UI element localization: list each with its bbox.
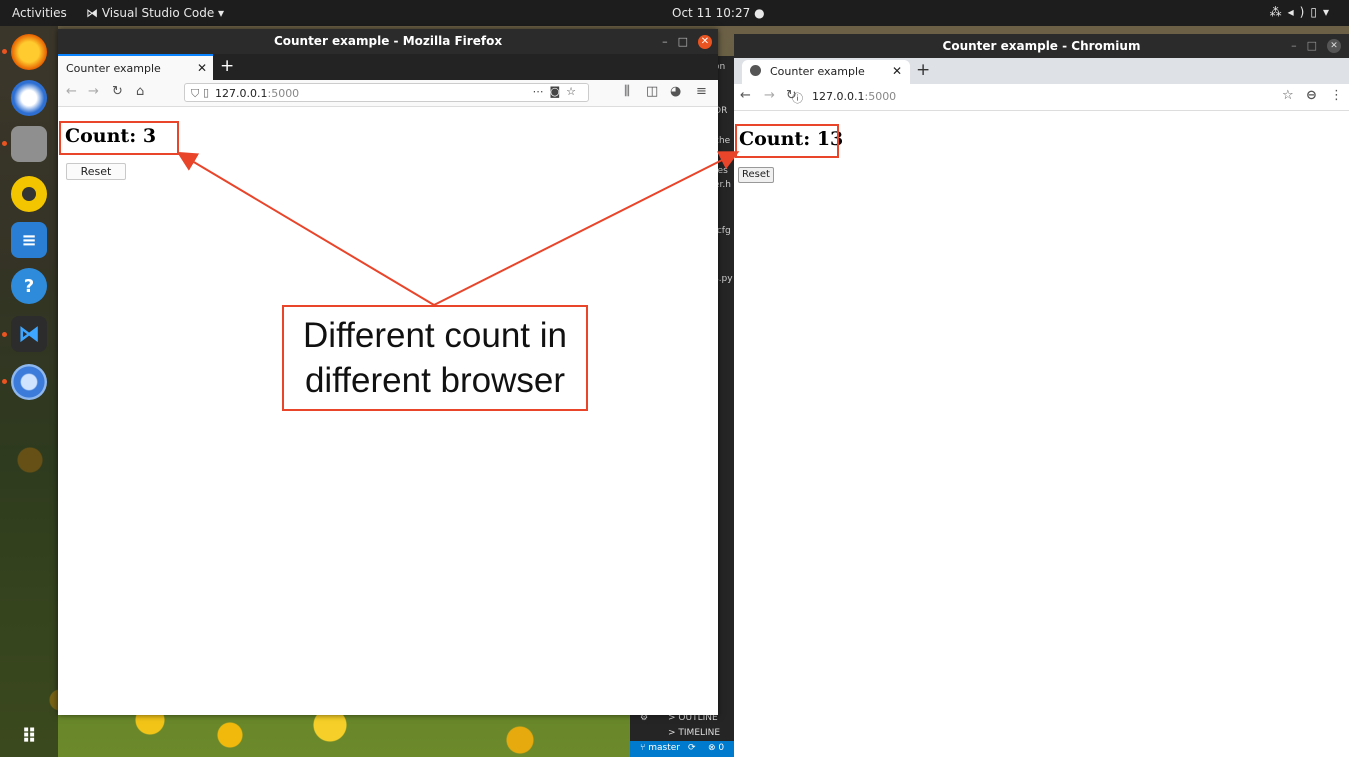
timeline-label: TIMELINE (678, 728, 721, 738)
tab-label: Counter example (66, 62, 161, 75)
clock[interactable]: Oct 11 10:27 ● (672, 6, 765, 20)
running-indicator (2, 49, 7, 54)
close-icon[interactable]: ✕ (1327, 39, 1341, 53)
chromium-tab-counter[interactable]: Counter example ✕ (742, 60, 910, 84)
page-icon: ▯ (203, 86, 210, 99)
library-icon[interactable]: ⫼ (624, 84, 630, 99)
help-icon[interactable]: ? (11, 268, 47, 304)
new-tab-button[interactable]: + (220, 56, 234, 76)
close-icon[interactable]: ✕ (698, 35, 712, 49)
url-host: 127.0.0.1 (812, 90, 865, 103)
tab-label: Counter example (770, 65, 865, 78)
url-bar[interactable]: ⛉ ▯ 127.0.0.1:5000 ⋯◙☆ (184, 83, 589, 102)
maximize-icon[interactable]: □ (1307, 39, 1327, 52)
firefox-tab-counter[interactable]: Counter example ✕ (58, 54, 213, 80)
highlight-box (735, 124, 839, 158)
chromium-tab-strip: Counter example ✕ + (734, 58, 1349, 84)
url-host: 127.0.0.1 (215, 87, 268, 100)
files-icon[interactable] (11, 126, 47, 162)
account-icon[interactable]: ◕ (670, 84, 681, 99)
back-icon[interactable]: ← (740, 88, 751, 103)
app-menu-label: Visual Studio Code (101, 6, 215, 20)
running-indicator (2, 332, 7, 337)
chromium-titlebar[interactable]: Counter example - Chromium –□ ✕ (734, 34, 1349, 58)
branch-indicator[interactable]: ⑂ master (640, 743, 680, 753)
problems-indicator[interactable]: ⊗ 0 (708, 743, 724, 753)
volume-icon: ◂) (1287, 5, 1311, 19)
branch-label: master (648, 743, 681, 753)
timeline-section[interactable]: > TIMELINE (668, 728, 720, 738)
running-indicator (2, 379, 7, 384)
tracking-shield-icon[interactable]: ⛉ (191, 87, 199, 101)
app-menu[interactable]: ⧒ Visual Studio Code ▾ (86, 6, 224, 20)
notification-dot-icon: ● (754, 6, 765, 20)
top-bar: Activities ⧒ Visual Studio Code ▾ Oct 11… (0, 0, 1349, 26)
annotation-line-2: different browser (304, 361, 566, 400)
reload-icon[interactable]: ↻ (112, 84, 123, 99)
minimize-icon[interactable]: – (1291, 39, 1307, 52)
annotation-callout: Different count in different browser (282, 305, 588, 411)
vscode-small-icon: ⧒ (86, 6, 102, 20)
maximize-icon[interactable]: □ (678, 35, 698, 48)
reset-button[interactable]: Reset (66, 163, 126, 180)
annotation-line-1: Different count in (303, 316, 567, 355)
running-indicator (2, 141, 7, 146)
writer-icon[interactable]: ≡ (11, 222, 47, 258)
show-apps-icon[interactable]: ⠿ (11, 718, 47, 754)
rhythmbox-icon[interactable] (11, 176, 47, 212)
firefox-titlebar[interactable]: Counter example - Mozilla Firefox –□ ✕ (58, 29, 718, 54)
bookmark-star-icon[interactable]: ☆ (1282, 88, 1294, 103)
network-icon: ⁂ (1269, 5, 1288, 19)
system-tray[interactable]: ⁂◂)▯▾ (1270, 5, 1335, 19)
chromium-icon[interactable] (11, 364, 47, 400)
chromium-nav-bar: ← → ↻ ⓘ 127.0.0.1:5000 ☆ ⊖ ⋮ (734, 84, 1349, 111)
pocket-icon[interactable]: ◙ (549, 85, 566, 98)
bookmark-star-icon[interactable]: ☆ (566, 85, 582, 98)
url-port: :5000 (864, 90, 897, 103)
new-tab-button[interactable]: + (916, 60, 930, 80)
page-actions-icon[interactable]: ⋯ (532, 85, 549, 98)
thunderbird-icon[interactable] (11, 80, 47, 116)
firefox-window-title: Counter example - Mozilla Firefox (273, 34, 503, 48)
menu-icon[interactable]: ⋮ (1330, 88, 1343, 103)
vscode-status-bar: ⑂ master ⟳ ⊗ 0 (630, 741, 734, 757)
chromium-window-title: Counter example - Chromium (942, 39, 1141, 53)
info-icon[interactable]: ⓘ (792, 90, 803, 106)
reset-button[interactable]: Reset (738, 167, 774, 183)
battery-icon: ▯▾ (1310, 5, 1335, 19)
minimize-icon[interactable]: – (662, 35, 678, 48)
back-icon[interactable]: ← (66, 84, 77, 99)
firefox-icon[interactable] (11, 34, 47, 70)
forward-icon[interactable]: → (764, 88, 775, 103)
tab-close-icon[interactable]: ✕ (197, 61, 207, 75)
chromium-window: Counter example - Chromium –□ ✕ Counter e… (734, 34, 1349, 757)
vscode-icon[interactable]: ⧒ (11, 316, 47, 352)
clock-label: Oct 11 10:27 (672, 6, 751, 20)
profile-icon[interactable]: ⊖ (1306, 88, 1317, 103)
tab-close-icon[interactable]: ✕ (892, 64, 902, 78)
url-port: :5000 (267, 87, 300, 100)
sidebar-icon[interactable]: ◫ (646, 84, 658, 99)
sync-icon[interactable]: ⟳ (688, 743, 696, 753)
firefox-nav-bar: ← → ↻ ⌂ ⛉ ▯ 127.0.0.1:5000 ⋯◙☆ ⫼ ◫ ◕ ≡ (58, 80, 718, 107)
chevron-down-icon: ▾ (214, 6, 225, 20)
highlight-box (59, 121, 179, 155)
url-bar[interactable]: ⓘ 127.0.0.1:5000 (792, 90, 897, 105)
activities-button[interactable]: Activities (12, 6, 67, 20)
forward-icon[interactable]: → (88, 84, 99, 99)
globe-icon (750, 65, 761, 76)
dock: ≡ ? ⧒ ⠿ (0, 26, 58, 757)
firefox-tab-strip: Counter example ✕ + (58, 54, 718, 80)
menu-icon[interactable]: ≡ (696, 84, 707, 99)
home-icon[interactable]: ⌂ (136, 84, 144, 99)
